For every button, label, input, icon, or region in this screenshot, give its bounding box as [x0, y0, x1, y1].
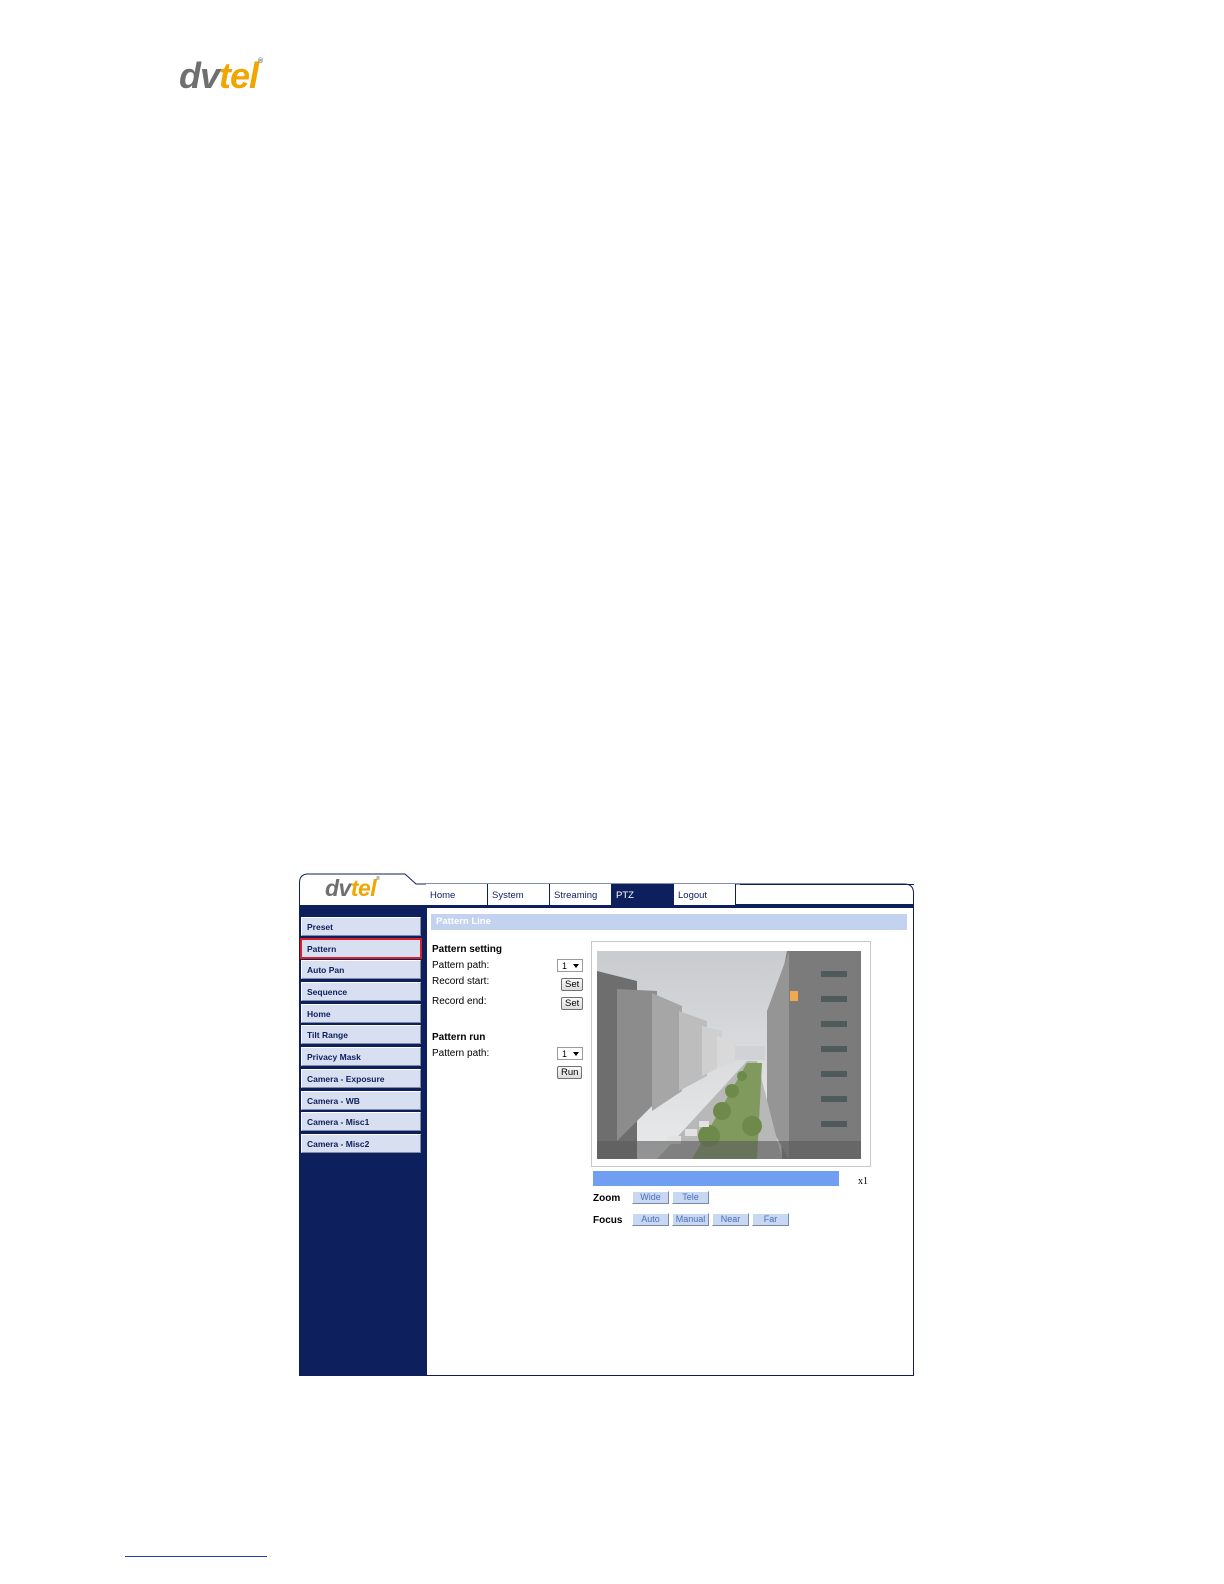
sidebar-item-pattern[interactable]: Pattern [300, 937, 422, 959]
live-video-image[interactable] [597, 951, 861, 1159]
page-logo-dv: dv [179, 55, 220, 96]
run-button[interactable]: Run [557, 1066, 583, 1079]
focus-auto-button[interactable]: Auto [632, 1213, 669, 1226]
sidebar-item-privacy-mask[interactable]: Privacy Mask [301, 1047, 421, 1067]
sidebar-item-home[interactable]: Home [301, 1003, 421, 1023]
main-content: Pattern Line Pattern setting Pattern pat… [427, 907, 911, 1373]
page-logo-trademark: ® [258, 58, 263, 65]
pattern-run-path-value: 1 [562, 1049, 568, 1059]
top-tabs: Home System Streaming PTZ Logout [426, 884, 736, 905]
app-logo-tel: tel [350, 875, 377, 901]
sidebar-item-camera-misc1[interactable]: Camera - Misc1 [301, 1112, 421, 1132]
record-start-set-button[interactable]: Set [561, 978, 584, 991]
pattern-run-path-select[interactable]: 1 [557, 1047, 583, 1060]
page-logo-tel: tel [219, 55, 259, 96]
focus-far-button[interactable]: Far [752, 1213, 789, 1226]
tab-logout[interactable]: Logout [674, 884, 736, 905]
focus-manual-button[interactable]: Manual [672, 1213, 709, 1226]
page-logo: dvtel® [179, 55, 263, 96]
record-end-label: Record end: [432, 996, 487, 1007]
record-end-set-button[interactable]: Set [561, 997, 584, 1010]
zoom-label: Zoom [593, 1193, 621, 1204]
sidebar-item-camera-misc2[interactable]: Camera - Misc2 [301, 1133, 421, 1153]
section-title: Pattern Line [431, 914, 907, 930]
chevron-down-icon [573, 964, 579, 968]
sidebar-item-auto-pan[interactable]: Auto Pan [301, 960, 421, 980]
pattern-path-select[interactable]: 1 [557, 959, 583, 972]
sidebar-item-camera-exposure[interactable]: Camera - Exposure [301, 1068, 421, 1088]
pattern-run-heading: Pattern run [432, 1032, 486, 1043]
pattern-path-value: 1 [562, 961, 568, 971]
sidebar-item-camera-wb[interactable]: Camera - WB [301, 1090, 421, 1110]
sidebar-item-sequence[interactable]: Sequence [301, 982, 421, 1002]
sidebar-item-tilt-range[interactable]: Tilt Range [301, 1025, 421, 1045]
focus-near-button[interactable]: Near [712, 1213, 749, 1226]
zoom-level-value: x1 [858, 1176, 868, 1187]
pattern-run-path-label: Pattern path: [432, 1048, 490, 1059]
sidebar: Preset Pattern Auto Pan Sequence Home Ti… [300, 917, 422, 1156]
pattern-path-label: Pattern path: [432, 960, 490, 971]
tab-ptz[interactable]: PTZ [612, 884, 674, 905]
app-logo-trademark: ® [376, 876, 380, 882]
camera-web-ui: dvtel® Home System Streaming PTZ Logout … [299, 873, 914, 1376]
tab-system[interactable]: System [488, 884, 550, 905]
zoom-wide-button[interactable]: Wide [632, 1191, 669, 1204]
record-start-label: Record start: [432, 976, 490, 987]
tab-home[interactable]: Home [426, 884, 488, 905]
sidebar-item-preset[interactable]: Preset [301, 917, 421, 936]
chevron-down-icon [573, 1052, 579, 1056]
app-logo: dvtel® [325, 875, 380, 901]
app-logo-dv: dv [325, 875, 351, 901]
zoom-tele-button[interactable]: Tele [672, 1191, 709, 1204]
tab-streaming[interactable]: Streaming [550, 884, 612, 905]
video-frame [591, 941, 871, 1167]
pattern-setting-heading: Pattern setting [432, 944, 503, 955]
zoom-level-bar[interactable] [593, 1171, 839, 1186]
focus-label: Focus [593, 1215, 623, 1226]
footer-divider [125, 1556, 267, 1557]
